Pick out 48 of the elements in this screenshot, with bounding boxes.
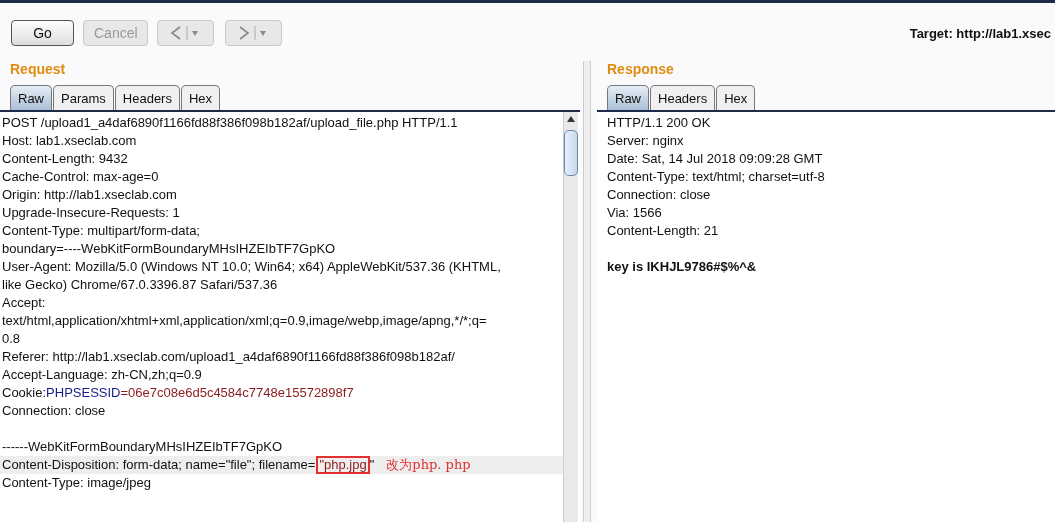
response-body-text: key is IKHJL9786#$%^& [606,258,758,276]
quote-text: " [369,457,375,472]
cookie-value: =06e7c08e6d5c4584c7748e15572898f7 [120,385,354,400]
message-line: Connection: close [1,402,107,420]
message-line: boundary=----WebKitFormBoundaryMHsIHZEIbTF7GpKO [1,240,337,258]
toolbar-button[interactable]: Go [11,20,74,46]
message-line: ------WebKitFormBoundaryMHsIHZEIbTF7GpKO [1,438,284,456]
message-line: Cache-Control: max-age=0 [1,168,160,186]
filename-annotation-box: "php.jpg [316,456,370,474]
message-line: Origin: http://lab1.xseclab.com [1,186,178,204]
message-line: HTTP/1.1 200 OK [606,114,712,132]
tab[interactable]: Raw [607,85,649,110]
tab[interactable]: Raw [10,85,52,110]
target-label: Target: http://lab1.xsec [909,25,1052,41]
annotation-note: 改为php. php [386,457,471,472]
message-line: Referer: http://lab1.xseclab.com/upload1_a4daf6890f1166fd88f386f098b182af/ [1,348,456,366]
message-line: Upgrade-Insecure-Requests: 1 [1,204,181,222]
splitter-handle[interactable] [583,61,591,522]
pane-title: Request [9,61,67,79]
message-line: Content-Type: text/html; charset=utf-8 [606,168,826,186]
message-line: Via: 1566 [606,204,663,222]
message-line: POST /upload1_a4daf6890f1166fd88f386f098b182af/upload_file.php HTTP/1.1 [1,114,459,132]
cookie-name: PHPSESSID [46,385,121,400]
message-line: Content-Type: multipart/form-data; [1,222,201,240]
message-line: Connection: close [606,186,712,204]
message-line: User-Agent: Mozilla/5.0 (Windows NT 10.0; Win64; x64) AppleWebKit/537.36 (KHTML, [1,258,502,276]
tab[interactable]: Headers [114,85,180,110]
tab[interactable]: Params [53,85,114,110]
message-line: Accept: [1,294,47,312]
message-line: Content-Type: image/jpeg [1,474,152,492]
message-line: Server: nginx [606,132,685,150]
message-line: Date: Sat, 14 Jul 2018 09:09:28 GMT [606,150,824,168]
scrollbar-thumb[interactable] [564,130,578,176]
message-line: like Gecko) Chrome/67.0.3396.87 Safari/537.36 [1,276,279,294]
message-line: Host: lab1.xseclab.com [1,132,138,150]
message-line: Accept-Language: zh-CN,zh;q=0.9 [1,366,203,384]
tab[interactable]: Hex [716,85,756,110]
message-line: text/html,application/xhtml+xml,application/xml;q=0.9,image/webp,image/apng,*/*;q= [1,312,488,330]
message-line: Content-Length: 21 [606,222,720,240]
message-line: 0.8 [1,330,22,348]
scroll-up-icon[interactable] [566,115,576,123]
tab[interactable]: Hex [180,85,221,110]
tab[interactable]: Headers [650,85,716,110]
header-name: Cookie: [2,385,47,400]
scrollbar[interactable] [563,112,578,522]
message-line: Content-Disposition: form-data; name="file"; filename= [2,457,316,472]
pane-title: Response [606,61,675,79]
message-line: Content-Length: 9432 [1,150,129,168]
